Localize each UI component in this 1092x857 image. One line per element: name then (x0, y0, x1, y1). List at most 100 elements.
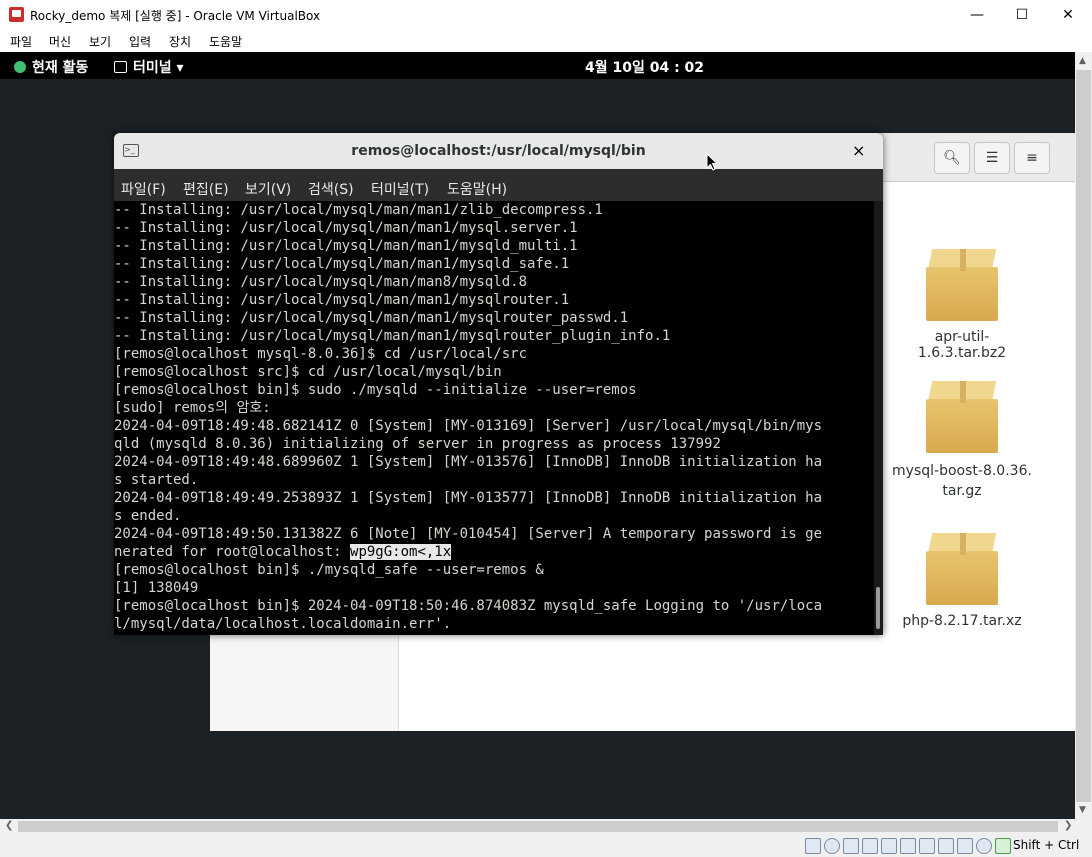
terminal-line: l/mysql/data/localhost.localdomain.err'. (114, 615, 874, 633)
terminal-line: -- Installing: /usr/local/mysql/man/man1… (114, 219, 874, 237)
terminal-line: [remos@localhost bin]$ 2024-04-09T18:50:… (114, 597, 874, 615)
horizontal-scroll-thumb[interactable] (18, 821, 1058, 832)
display-icon[interactable] (919, 838, 935, 854)
terminal-line-text: -- Installing: /usr/local/mysql/man/man1… (114, 328, 671, 344)
maximize-button[interactable]: ☐ (999, 0, 1045, 30)
terminal-line: 2024-04-09T18:49:49.253893Z 1 [System] [… (114, 489, 874, 507)
terminal-menu-terminal[interactable]: 터미널(T) (371, 179, 429, 199)
scroll-down-icon[interactable]: ▼ (1079, 805, 1086, 815)
terminal-menu-search[interactable]: 검색(S) (308, 179, 354, 199)
terminal-line-text: [1] 138049 (114, 580, 199, 596)
terminal-line-text: -- Installing: /usr/local/mysql/man/man8… (114, 274, 528, 290)
terminal-menu-view[interactable]: 보기(V) (245, 179, 291, 199)
terminal-line-text: [remos@localhost bin]$ ./mysqld_safe --u… (114, 562, 544, 578)
window-title: Rocky_demo 복제 [실행 중] - Oracle VM Virtual… (30, 9, 321, 23)
terminal-line: s started. (114, 471, 874, 489)
hard-disk-icon[interactable] (805, 838, 821, 854)
minimize-button[interactable]: — (954, 0, 1000, 30)
terminal-line: -- Installing: /usr/local/mysql/man/man1… (114, 201, 874, 219)
archive-icon (924, 377, 1000, 453)
menu-button[interactable]: ≡ (1014, 142, 1050, 174)
scroll-left-icon[interactable]: ❮ (5, 820, 13, 831)
terminal-lines: -- Installing: /usr/local/mysql/man/man1… (114, 201, 874, 633)
vb-menu-input[interactable]: 입력 (129, 33, 151, 50)
terminal-menu-help[interactable]: 도움말(H) (447, 179, 507, 199)
vb-menubar (0, 30, 1092, 52)
activities-label: 현재 활동 (32, 60, 89, 76)
terminal-title: remos@localhost:/usr/local/mysql/bin (351, 143, 646, 159)
file-item[interactable]: mysql-boost-8.0.36. tar.gz (892, 377, 1032, 501)
terminal-line: -- Installing: /usr/local/mysql/man/man1… (114, 255, 874, 273)
view-toggle-button[interactable]: ☰ (974, 142, 1010, 174)
file-item[interactable]: php-8.2.17.tar.xz (892, 529, 1032, 629)
terminal-line: 2024-04-09T18:49:50.131382Z 6 [Note] [MY… (114, 525, 874, 543)
terminal-close-button[interactable]: × (852, 141, 865, 160)
terminal-line-text: nerated for root@localhost: (114, 544, 351, 560)
terminal-window[interactable]: >_ remos@localhost:/usr/local/mysql/bin … (114, 133, 883, 635)
vb-menu-machine[interactable]: 머신 (49, 33, 71, 50)
vb-menu-devices[interactable]: 장치 (169, 33, 191, 50)
vb-menu-help[interactable]: 도움말 (209, 33, 242, 50)
file-name: mysql-boost-8.0.36. tar.gz (892, 463, 1032, 499)
terminal-line: [remos@localhost bin]$ sudo ./mysqld --i… (114, 381, 874, 399)
vertical-scroll-thumb[interactable] (1076, 70, 1091, 802)
terminal-line-text: [remos@localhost src]$ cd /usr/local/mys… (114, 364, 502, 380)
close-button[interactable]: ✕ (1045, 0, 1091, 30)
vb-menu-view[interactable]: 보기 (89, 33, 111, 50)
network-icon[interactable] (862, 838, 878, 854)
audio-icon[interactable] (843, 838, 859, 854)
mouse-integration-icon[interactable] (976, 838, 992, 854)
terminal-line-text: [remos@localhost bin]$ 2024-04-09T18:50:… (114, 598, 823, 614)
vertical-scrollbar[interactable]: ▲ ▼ (1075, 52, 1092, 819)
terminal-line-text: [remos@localhost bin]$ sudo ./mysqld --i… (114, 382, 637, 398)
file-name: php-8.2.17.tar.xz (902, 613, 1022, 629)
terminal-line-text: 2024-04-09T18:49:48.689960Z 1 [System] [… (114, 454, 823, 470)
terminal-line: s ended. (114, 507, 874, 525)
terminal-line-text: [sudo] remos의 암호: (114, 400, 271, 416)
vb-menu-file[interactable]: 파일 (10, 33, 32, 50)
terminal-output[interactable]: -- Installing: /usr/local/mysql/man/man1… (114, 201, 874, 635)
terminal-line-text: 2024-04-09T18:49:49.253893Z 1 [System] [… (114, 490, 823, 506)
terminal-line-text: qld (mysqld 8.0.36) initializing of serv… (114, 436, 721, 452)
terminal-scroll-thumb[interactable] (876, 587, 880, 629)
terminal-line: -- Installing: /usr/local/mysql/man/man8… (114, 273, 874, 291)
terminal-line: [remos@localhost bin]$ ./mysqld_safe --u… (114, 561, 874, 579)
usb-icon[interactable] (881, 838, 897, 854)
terminal-line-text: s started. (114, 472, 199, 488)
terminal-line: -- Installing: /usr/local/mysql/man/man1… (114, 327, 874, 345)
terminal-line-text: -- Installing: /usr/local/mysql/man/man1… (114, 310, 629, 326)
selected-password[interactable]: wp9gG:om<,1x (350, 544, 452, 560)
archive-icon (924, 245, 1000, 321)
clock[interactable]: 4월 10일 04 : 02 (585, 57, 704, 77)
terminal-icon (114, 61, 127, 73)
terminal-line-text: -- Installing: /usr/local/mysql/man/man1… (114, 238, 578, 254)
terminal-menu-edit[interactable]: 편집(E) (183, 179, 229, 199)
terminal-app-label: 터미널 ▾ (133, 60, 184, 76)
recording-icon[interactable] (938, 838, 954, 854)
activities-button[interactable]: 현재 활동 (14, 57, 88, 77)
terminal-line-text: l/mysql/data/localhost.localdomain.err'. (114, 616, 452, 632)
rocky-logo-icon (14, 61, 26, 73)
terminal-line-text: -- Installing: /usr/local/mysql/man/man1… (114, 202, 603, 218)
search-button[interactable]: 🔍︎ (934, 142, 970, 174)
scroll-up-icon[interactable]: ▲ (1079, 56, 1086, 66)
list-view-icon: ☰ (985, 150, 999, 166)
terminal-line-text: 2024-04-09T18:49:50.131382Z 6 [Note] [MY… (114, 526, 823, 542)
terminal-line: -- Installing: /usr/local/mysql/man/man1… (114, 237, 874, 255)
terminal-line: [remos@localhost src]$ cd /usr/local/mys… (114, 363, 874, 381)
terminal-menu-file[interactable]: 파일(F) (121, 179, 166, 199)
shared-folders-icon[interactable] (900, 838, 916, 854)
terminal-app-menu[interactable]: 터미널 ▾ (114, 57, 184, 77)
terminal-line: 2024-04-09T18:49:48.682141Z 0 [System] [… (114, 417, 874, 435)
guest-screen[interactable]: 현재 활동 터미널 ▾ 4월 10일 04 : 02 🔍︎ ☰ ≡ apr-ut… (0, 52, 1075, 819)
terminal-line-text: -- Installing: /usr/local/mysql/man/man1… (114, 220, 578, 236)
optical-drive-icon[interactable] (824, 838, 840, 854)
terminal-line: 2024-04-09T18:49:48.689960Z 1 [System] [… (114, 453, 874, 471)
keyboard-capture-icon[interactable] (995, 838, 1011, 854)
scroll-right-icon[interactable]: ❯ (1064, 820, 1072, 831)
terminal-line-text: 2024-04-09T18:49:48.682141Z 0 [System] [… (114, 418, 823, 434)
terminal-scrollbar[interactable] (874, 201, 883, 635)
cpu-icon[interactable] (957, 838, 973, 854)
terminal-line: qld (mysqld 8.0.36) initializing of serv… (114, 435, 874, 453)
file-item[interactable]: apr-util-1.6.3.tar.bz2 (892, 245, 1032, 361)
